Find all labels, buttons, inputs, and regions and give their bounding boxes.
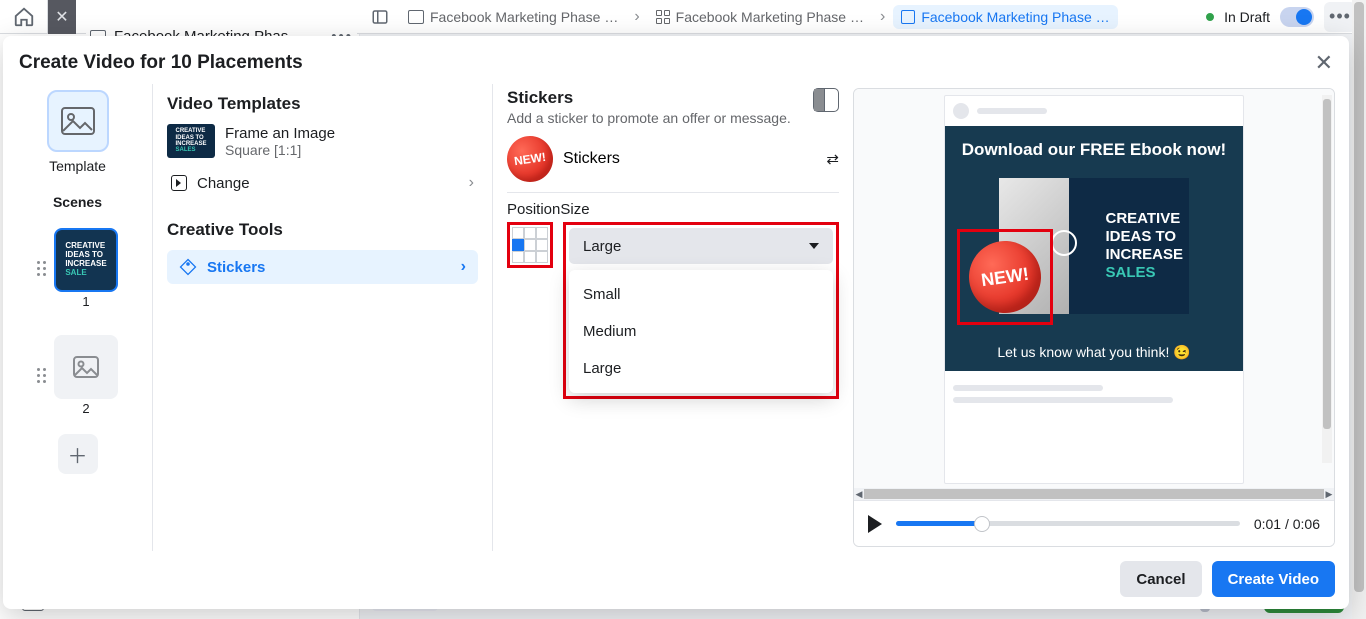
- scene-2-thumb[interactable]: [54, 335, 118, 399]
- scenes-heading: Scenes: [53, 194, 102, 210]
- modal-title: Create Video for 10 Placements: [19, 52, 303, 74]
- template-thumb: CREATIVEIDEAS TOINCREASESALES: [167, 124, 215, 158]
- placeholder-line: [977, 108, 1047, 114]
- preview-panel: Download our FREE Ebook now! CREATIVE ID…: [853, 88, 1335, 547]
- ad-icon: [901, 10, 915, 24]
- preview-scrollbar[interactable]: [1322, 95, 1332, 463]
- tag-icon: [179, 258, 197, 276]
- cancel-button[interactable]: Cancel: [1120, 561, 1201, 597]
- preview-copy: CREATIVE IDEAS TO INCREASE SALES: [1105, 210, 1183, 282]
- chevron-down-icon: [809, 243, 819, 249]
- preview-headline: Download our FREE Ebook now!: [955, 140, 1233, 160]
- preview-sticker-highlight: NEW!: [957, 229, 1053, 325]
- home-button[interactable]: [0, 0, 48, 34]
- add-scene-button[interactable]: ＋: [58, 434, 98, 474]
- size-dropdown: Small Medium Large: [569, 270, 833, 393]
- chevron-right-icon: ›: [880, 8, 885, 26]
- close-modal-button[interactable]: ✕: [1315, 50, 1333, 76]
- sticker-name: Stickers: [563, 150, 620, 168]
- seek-knob[interactable]: [974, 516, 990, 532]
- close-tab-button[interactable]: ✕: [48, 0, 76, 34]
- create-video-modal: Create Video for 10 Placements ✕ Templat…: [3, 36, 1349, 609]
- change-template-button[interactable]: Change ›: [167, 164, 478, 202]
- folder-icon: [408, 10, 424, 24]
- page-scrollbar[interactable]: [1352, 0, 1366, 619]
- chevron-right-icon: ›: [461, 258, 466, 276]
- breadcrumb-folder[interactable]: Facebook Marketing Phase …: [400, 5, 626, 29]
- preview-sticker-new-icon: NEW!: [964, 236, 1045, 317]
- size-option-small[interactable]: Small: [569, 276, 833, 313]
- template-card[interactable]: [47, 90, 109, 152]
- preview-card: Download our FREE Ebook now! CREATIVE ID…: [944, 95, 1244, 484]
- sticker-new-icon: NEW!: [504, 133, 556, 185]
- status-toggle[interactable]: [1280, 7, 1314, 27]
- video-templates-heading: Video Templates: [167, 94, 478, 114]
- swap-icon[interactable]: ⇄: [826, 150, 839, 168]
- breadcrumb: Facebook Marketing Phase … › Facebook Ma…: [400, 5, 1206, 29]
- stickers-tool[interactable]: Stickers ›: [167, 250, 478, 284]
- stickers-subtitle: Add a sticker to promote an offer or mes…: [507, 110, 791, 126]
- play-icon: [171, 175, 187, 191]
- status-label: In Draft: [1224, 9, 1270, 25]
- preview-logo-icon: [1051, 230, 1077, 256]
- position-cell-selected[interactable]: [512, 239, 524, 251]
- position-size-label: PositionSize: [507, 201, 839, 218]
- chevron-right-icon: ›: [469, 174, 474, 192]
- drag-handle-icon[interactable]: [37, 368, 46, 383]
- drag-handle-icon[interactable]: [37, 261, 46, 276]
- creative-tools-heading: Creative Tools: [167, 220, 478, 240]
- status-dot-icon: [1206, 13, 1214, 21]
- grid-icon: [656, 10, 670, 24]
- create-video-button[interactable]: Create Video: [1212, 561, 1335, 597]
- layout-icon[interactable]: [813, 88, 839, 112]
- preview-caption: Let us know what you think! 😉: [955, 344, 1233, 361]
- scene-1-number: 1: [82, 294, 89, 309]
- position-highlight: [507, 222, 553, 268]
- size-select[interactable]: Large: [569, 228, 833, 264]
- breadcrumb-ad[interactable]: Facebook Marketing Phase …: [893, 5, 1117, 29]
- scene-1[interactable]: CREATIVEIDEAS TOINCREASESALE 1: [37, 228, 118, 309]
- seek-bar[interactable]: [896, 521, 1240, 526]
- size-option-large[interactable]: Large: [569, 350, 833, 387]
- template-name: Frame an Image: [225, 125, 335, 142]
- time-readout: 0:01 / 0:06: [1254, 516, 1320, 532]
- preview-horizontal-scrollbar[interactable]: ◀▶: [854, 488, 1334, 500]
- scene-2-number: 2: [82, 401, 89, 416]
- chevron-right-icon: ›: [634, 8, 639, 26]
- size-option-medium[interactable]: Medium: [569, 313, 833, 350]
- scene-1-thumb[interactable]: CREATIVEIDEAS TOINCREASESALE: [54, 228, 118, 292]
- stickers-title: Stickers: [507, 88, 791, 108]
- breadcrumb-group[interactable]: Facebook Marketing Phase …: [648, 5, 872, 29]
- template-label: Template: [49, 158, 106, 174]
- position-grid[interactable]: [512, 227, 548, 263]
- panel-toggle-icon[interactable]: [360, 0, 400, 34]
- template-aspect: Square [1:1]: [225, 142, 335, 158]
- avatar-placeholder: [953, 103, 969, 119]
- scene-2[interactable]: 2: [37, 335, 118, 416]
- template-row[interactable]: CREATIVEIDEAS TOINCREASESALES Frame an I…: [167, 124, 478, 158]
- size-highlight: Large Small Medium Large: [563, 222, 839, 399]
- play-button[interactable]: [868, 515, 882, 533]
